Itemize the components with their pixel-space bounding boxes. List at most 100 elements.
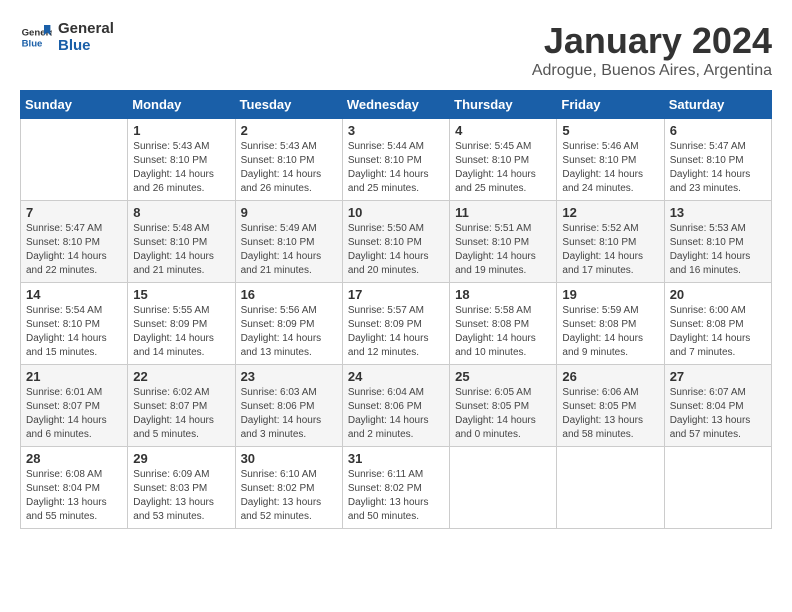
day-number: 15: [133, 287, 229, 302]
day-cell: 11 Sunrise: 5:51 AM Sunset: 8:10 PM Dayli…: [450, 201, 557, 283]
day-number: 6: [670, 123, 766, 138]
day-number: 19: [562, 287, 658, 302]
week-row-2: 7Sunrise: 5:47 AM Sunset: 8:10 PM Daylig…: [21, 201, 772, 283]
day-number: 13: [670, 205, 766, 220]
day-number: 29: [133, 451, 229, 466]
header-cell-wednesday: Wednesday: [342, 91, 449, 119]
day-info: Sunrise: 6:10 AM Sunset: 8:02 PM Dayligh…: [241, 468, 337, 524]
day-info: Sunrise: 6:08 AM Sunset: 8:04 PM Dayligh…: [26, 468, 122, 524]
day-info: Sunrise: 5:57 AM Sunset: 8:09 PM Dayligh…: [348, 304, 444, 360]
day-info: Sunrise: 6:01 AM Sunset: 8:07 PM Dayligh…: [26, 386, 122, 442]
day-info: Sunrise: 5:51 AM Sunset: 8:10 PM Dayligh…: [455, 222, 551, 278]
day-number: 30: [241, 451, 337, 466]
day-cell: 2Sunrise: 5:43 AM Sunset: 8:10 PM Daylig…: [235, 119, 342, 201]
day-number: 11: [455, 205, 551, 220]
calendar-header: SundayMondayTuesdayWednesdayThursdayFrid…: [21, 91, 772, 119]
day-number: 8: [133, 205, 229, 220]
day-number: 28: [26, 451, 122, 466]
day-cell: 23Sunrise: 6:03 AM Sunset: 8:06 PM Dayli…: [235, 365, 342, 447]
day-cell: 26 Sunrise: 6:06 AM Sunset: 8:05 PM Dayli…: [557, 365, 664, 447]
day-number: 17: [348, 287, 444, 302]
day-number: 14: [26, 287, 122, 302]
day-cell: 6 Sunrise: 5:47 AM Sunset: 8:10 PM Daylig…: [664, 119, 771, 201]
day-cell: 10Sunrise: 5:50 AM Sunset: 8:10 PM Dayli…: [342, 201, 449, 283]
day-cell: 27 Sunrise: 6:07 AM Sunset: 8:04 PM Dayli…: [664, 365, 771, 447]
day-number: 23: [241, 369, 337, 384]
day-number: 27: [670, 369, 766, 384]
day-info: Sunrise: 5:59 AM Sunset: 8:08 PM Dayligh…: [562, 304, 658, 360]
day-cell: 1Sunrise: 5:43 AM Sunset: 8:10 PM Daylig…: [128, 119, 235, 201]
day-info: Sunrise: 5:54 AM Sunset: 8:10 PM Dayligh…: [26, 304, 122, 360]
day-info: Sunrise: 5:47 AM Sunset: 8:10 PM Dayligh…: [670, 140, 766, 196]
day-info: Sunrise: 6:07 AM Sunset: 8:04 PM Dayligh…: [670, 386, 766, 442]
location: Adrogue, Buenos Aires, Argentina: [532, 62, 772, 80]
day-info: Sunrise: 5:44 AM Sunset: 8:10 PM Dayligh…: [348, 140, 444, 196]
calendar-body: 1Sunrise: 5:43 AM Sunset: 8:10 PM Daylig…: [21, 119, 772, 529]
day-cell: 29Sunrise: 6:09 AM Sunset: 8:03 PM Dayli…: [128, 447, 235, 529]
month-year: January 2024: [532, 20, 772, 62]
logo: General Blue General Blue: [20, 20, 114, 54]
day-info: Sunrise: 5:43 AM Sunset: 8:10 PM Dayligh…: [241, 140, 337, 196]
day-number: 4: [455, 123, 551, 138]
day-number: 22: [133, 369, 229, 384]
day-info: Sunrise: 5:48 AM Sunset: 8:10 PM Dayligh…: [133, 222, 229, 278]
day-number: 21: [26, 369, 122, 384]
logo-text-general: General: [58, 20, 114, 37]
day-info: Sunrise: 6:02 AM Sunset: 8:07 PM Dayligh…: [133, 386, 229, 442]
day-number: 9: [241, 205, 337, 220]
day-cell: 21 Sunrise: 6:01 AM Sunset: 8:07 PM Dayli…: [21, 365, 128, 447]
week-row-3: 14 Sunrise: 5:54 AM Sunset: 8:10 PM Dayli…: [21, 283, 772, 365]
day-cell: [21, 119, 128, 201]
day-cell: 22 Sunrise: 6:02 AM Sunset: 8:07 PM Dayli…: [128, 365, 235, 447]
day-cell: 16 Sunrise: 5:56 AM Sunset: 8:09 PM Dayli…: [235, 283, 342, 365]
day-info: Sunrise: 5:52 AM Sunset: 8:10 PM Dayligh…: [562, 222, 658, 278]
day-number: 20: [670, 287, 766, 302]
day-number: 26: [562, 369, 658, 384]
day-info: Sunrise: 5:55 AM Sunset: 8:09 PM Dayligh…: [133, 304, 229, 360]
day-info: Sunrise: 5:43 AM Sunset: 8:10 PM Dayligh…: [133, 140, 229, 196]
day-cell: 28 Sunrise: 6:08 AM Sunset: 8:04 PM Dayli…: [21, 447, 128, 529]
day-number: 5: [562, 123, 658, 138]
day-cell: 31 Sunrise: 6:11 AM Sunset: 8:02 PM Dayli…: [342, 447, 449, 529]
header-cell-sunday: Sunday: [21, 91, 128, 119]
header-row: SundayMondayTuesdayWednesdayThursdayFrid…: [21, 91, 772, 119]
day-info: Sunrise: 5:47 AM Sunset: 8:10 PM Dayligh…: [26, 222, 122, 278]
day-number: 24: [348, 369, 444, 384]
day-cell: 9Sunrise: 5:49 AM Sunset: 8:10 PM Daylig…: [235, 201, 342, 283]
day-info: Sunrise: 6:06 AM Sunset: 8:05 PM Dayligh…: [562, 386, 658, 442]
week-row-4: 21 Sunrise: 6:01 AM Sunset: 8:07 PM Dayli…: [21, 365, 772, 447]
day-cell: 3Sunrise: 5:44 AM Sunset: 8:10 PM Daylig…: [342, 119, 449, 201]
day-info: Sunrise: 5:45 AM Sunset: 8:10 PM Dayligh…: [455, 140, 551, 196]
week-row-5: 28 Sunrise: 6:08 AM Sunset: 8:04 PM Dayli…: [21, 447, 772, 529]
header-cell-thursday: Thursday: [450, 91, 557, 119]
header-cell-monday: Monday: [128, 91, 235, 119]
day-cell: [557, 447, 664, 529]
logo-icon: General Blue: [20, 21, 52, 53]
day-cell: 4 Sunrise: 5:45 AM Sunset: 8:10 PM Daylig…: [450, 119, 557, 201]
day-cell: 24Sunrise: 6:04 AM Sunset: 8:06 PM Dayli…: [342, 365, 449, 447]
day-number: 16: [241, 287, 337, 302]
day-cell: 30 Sunrise: 6:10 AM Sunset: 8:02 PM Dayli…: [235, 447, 342, 529]
day-number: 10: [348, 205, 444, 220]
header-cell-tuesday: Tuesday: [235, 91, 342, 119]
header-cell-saturday: Saturday: [664, 91, 771, 119]
day-cell: 18Sunrise: 5:58 AM Sunset: 8:08 PM Dayli…: [450, 283, 557, 365]
day-info: Sunrise: 6:00 AM Sunset: 8:08 PM Dayligh…: [670, 304, 766, 360]
day-cell: [664, 447, 771, 529]
day-number: 12: [562, 205, 658, 220]
day-cell: 13 Sunrise: 5:53 AM Sunset: 8:10 PM Dayli…: [664, 201, 771, 283]
day-info: Sunrise: 5:58 AM Sunset: 8:08 PM Dayligh…: [455, 304, 551, 360]
day-cell: 25Sunrise: 6:05 AM Sunset: 8:05 PM Dayli…: [450, 365, 557, 447]
day-cell: 8 Sunrise: 5:48 AM Sunset: 8:10 PM Daylig…: [128, 201, 235, 283]
title-block: January 2024 Adrogue, Buenos Aires, Arge…: [532, 20, 772, 80]
day-info: Sunrise: 5:46 AM Sunset: 8:10 PM Dayligh…: [562, 140, 658, 196]
day-info: Sunrise: 5:56 AM Sunset: 8:09 PM Dayligh…: [241, 304, 337, 360]
day-cell: 14 Sunrise: 5:54 AM Sunset: 8:10 PM Dayli…: [21, 283, 128, 365]
day-cell: 15 Sunrise: 5:55 AM Sunset: 8:09 PM Dayli…: [128, 283, 235, 365]
day-cell: 17 Sunrise: 5:57 AM Sunset: 8:09 PM Dayli…: [342, 283, 449, 365]
day-cell: 5 Sunrise: 5:46 AM Sunset: 8:10 PM Daylig…: [557, 119, 664, 201]
day-info: Sunrise: 5:53 AM Sunset: 8:10 PM Dayligh…: [670, 222, 766, 278]
day-info: Sunrise: 6:11 AM Sunset: 8:02 PM Dayligh…: [348, 468, 444, 524]
day-number: 31: [348, 451, 444, 466]
day-number: 25: [455, 369, 551, 384]
